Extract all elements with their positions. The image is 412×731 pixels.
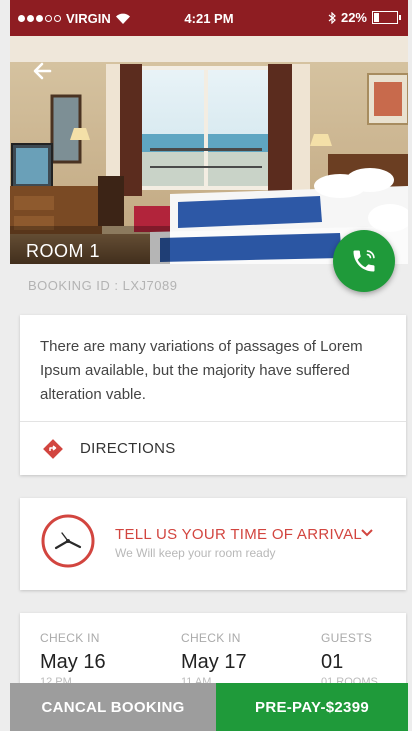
- check-out-date: May 17: [181, 651, 247, 673]
- room-name: ROOM 1: [26, 241, 101, 261]
- app-frame: VIRGIN 4:21 PM 22% ROOM 1 BOOKING ID: L…: [10, 0, 408, 731]
- phone-icon: [353, 250, 375, 272]
- guests-count: 01: [321, 651, 344, 673]
- guests-label: GUESTS: [321, 631, 373, 645]
- arrival-title: TELL US YOUR TIME OF ARRIVAL: [115, 526, 363, 543]
- check-out-label: CHECK IN: [181, 631, 241, 645]
- directions-icon: [43, 438, 63, 459]
- prepay-button[interactable]: PRE-PAY-$2399: [216, 683, 408, 731]
- directions-button[interactable]: DIRECTIONS: [20, 422, 406, 475]
- battery-info: 22%: [328, 10, 401, 25]
- back-button[interactable]: [28, 56, 58, 86]
- check-in-date: May 16: [40, 651, 106, 673]
- clock-icon: [41, 514, 95, 568]
- status-bar: VIRGIN 4:21 PM 22%: [10, 0, 408, 36]
- arrow-left-icon: [33, 62, 52, 80]
- action-bar: CANCAL BOOKING PRE-PAY-$2399: [10, 683, 408, 731]
- battery-icon: [372, 11, 401, 24]
- booking-id: BOOKING ID : LXJ7089: [28, 278, 178, 293]
- room-photo-illustration: [10, 36, 408, 264]
- arrival-subtitle: We Will keep your room ready: [115, 546, 276, 560]
- room-photo: ROOM 1: [10, 36, 408, 264]
- guests-column: GUESTS 01 01 ROOMS: [321, 631, 378, 688]
- bluetooth-icon: [328, 11, 336, 24]
- description-card: There are many variations of passages of…: [20, 315, 406, 475]
- chevron-down-icon[interactable]: [361, 524, 373, 542]
- cancel-booking-button[interactable]: CANCAL BOOKING: [10, 683, 216, 731]
- arrival-time-card[interactable]: TELL US YOUR TIME OF ARRIVAL We Will kee…: [20, 498, 406, 590]
- check-in-column: CHECK IN May 16 12 PM: [40, 631, 106, 688]
- check-in-label: CHECK IN: [40, 631, 100, 645]
- call-button[interactable]: [333, 230, 395, 292]
- check-out-column: CHECK IN May 17 11 AM: [181, 631, 247, 688]
- description-text: There are many variations of passages of…: [40, 338, 363, 403]
- directions-label: DIRECTIONS: [80, 440, 176, 457]
- battery-percent: 22%: [340, 10, 367, 25]
